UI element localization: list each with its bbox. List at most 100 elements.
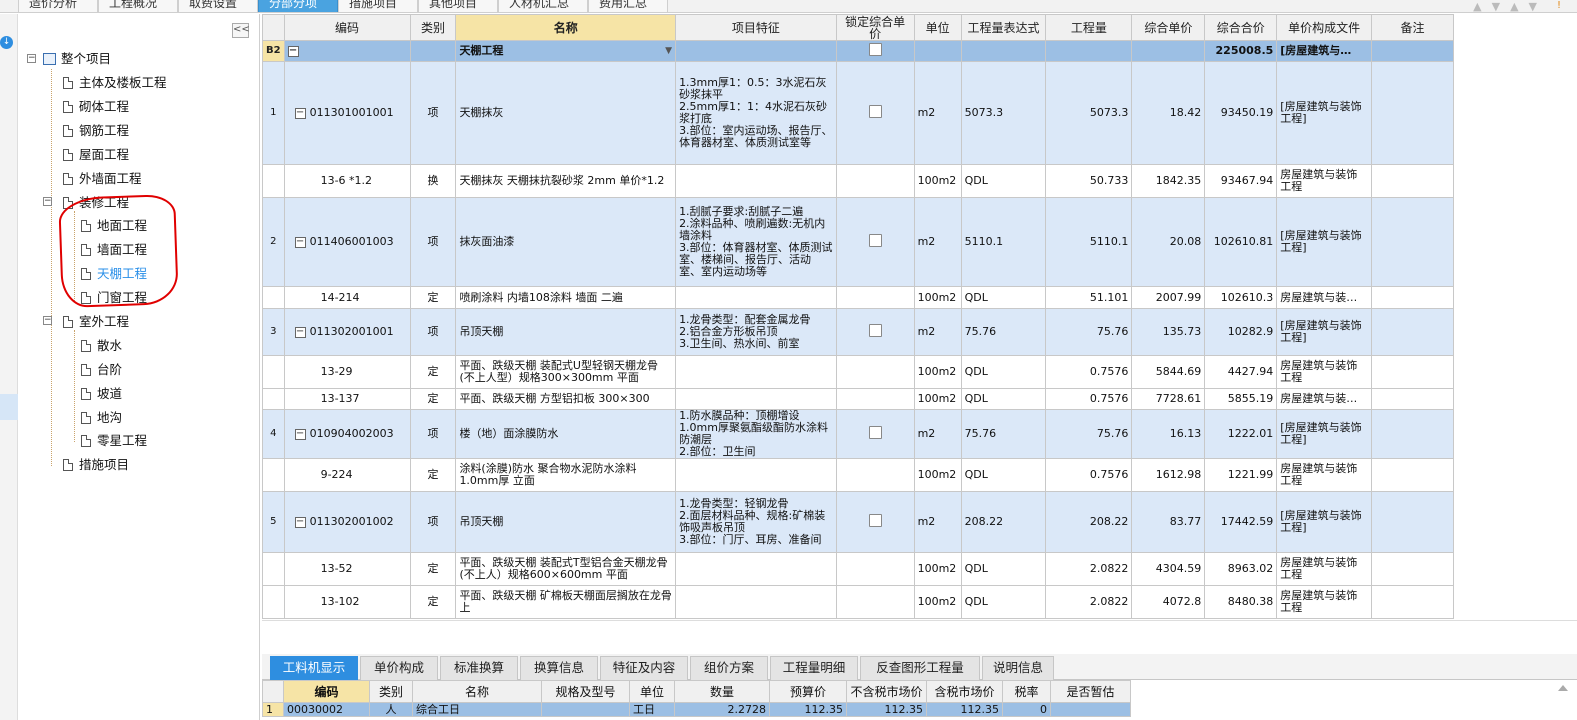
category-cell[interactable]: 项 bbox=[409, 491, 457, 553]
name-cell[interactable]: 天棚抹灰 天棚抹抗裂砂浆 2mm 单价*1.2 bbox=[455, 164, 677, 198]
quantity-cell[interactable]: 50.733 bbox=[1045, 164, 1133, 198]
features-cell[interactable] bbox=[675, 286, 837, 309]
quantity-cell[interactable]: 2.0822 bbox=[1045, 585, 1133, 619]
header-name[interactable]: 名称 bbox=[455, 14, 677, 41]
bill-item-row[interactable]: 1−011301001001 项天棚抹灰 1.3mm厚1：0.5：3水泥石灰砂浆抹平… bbox=[262, 61, 1454, 165]
name-cell[interactable]: 楼（地）面涂膜防水 bbox=[455, 409, 677, 459]
header-features[interactable]: 项目特征 bbox=[675, 14, 837, 41]
lock-checkbox[interactable] bbox=[868, 514, 882, 527]
bill-item-row[interactable]: 4−010904002003 项楼（地）面涂膜防水 1.防水膜品种：顶棚增设1.0m… bbox=[262, 409, 1454, 459]
unit-cell[interactable]: 100m2 bbox=[913, 552, 962, 586]
material-row[interactable]: 1 00030002 人 综合工日 工日 2.2728 112.35 112.3… bbox=[262, 702, 1131, 717]
section-row[interactable]: B2 − 天棚工程 ▼ 225008.5 [房屋建筑与… bbox=[262, 40, 1454, 62]
quota-sub-row[interactable]: 13-29 定平面、跌级天棚 装配式U型轻钢天棚龙骨(不上人型）规格300×300… bbox=[262, 355, 1454, 389]
features-cell[interactable] bbox=[675, 552, 837, 586]
bheader-category[interactable]: 类别 bbox=[369, 680, 413, 703]
name-cell[interactable]: 平面、跌级天棚 矿棉板天棚面层搁放在龙骨上 bbox=[455, 585, 677, 619]
bheader-market-tax[interactable]: 含税市场价 bbox=[926, 680, 1003, 703]
tree-item-outdoor[interactable]: 室外工程 bbox=[63, 313, 129, 331]
quota-sub-row[interactable]: 13-137 定平面、跌级天棚 方型铝扣板 300×300 100m2 QDL 0.75… bbox=[262, 388, 1454, 410]
tab-labor-material-summary[interactable]: 人材机汇总 bbox=[498, 0, 588, 12]
features-cell[interactable]: 1.龙骨类型：轻钢龙骨 2.面层材料品种、规格:矿棉装饰吸声板吊顶 3.部位：门厅、… bbox=[675, 491, 837, 553]
tree-item-roof[interactable]: 屋面工程 bbox=[63, 146, 129, 164]
btab-unit-price-composition[interactable]: 单价构成 bbox=[360, 656, 438, 680]
warning-icon[interactable]: ! bbox=[1557, 0, 1571, 11]
code-cell[interactable]: −011302001002 bbox=[283, 491, 411, 553]
quantity-cell[interactable]: 75.76 bbox=[1045, 308, 1133, 356]
code-cell[interactable]: −011301001001 bbox=[283, 61, 411, 165]
remarks-cell[interactable] bbox=[1371, 308, 1454, 356]
tree-item-misc[interactable]: 零星工程 bbox=[81, 432, 147, 450]
tree-item-rebar[interactable]: 钢筋工程 bbox=[63, 122, 129, 140]
quantity-cell[interactable]: 75.76 bbox=[1045, 409, 1133, 459]
remarks-cell[interactable] bbox=[1371, 388, 1454, 410]
category-cell[interactable]: 项 bbox=[409, 61, 457, 165]
tab-project-overview[interactable]: 工程概况 bbox=[98, 0, 178, 12]
double-chevron-left-icon[interactable]: << bbox=[232, 23, 250, 38]
price-file-cell[interactable]: 房屋建筑与装饰工程 bbox=[1276, 458, 1373, 492]
bill-item-row[interactable]: 2−011406001003 项抹灰面油漆 1.刮腻子要求:刮腻子二遍 2.涂料品种、… bbox=[262, 197, 1454, 287]
bheader-provisional[interactable]: 是否暂估 bbox=[1050, 680, 1131, 703]
name-cell[interactable]: 涂料(涂膜)防水 聚合物水泥防水涂料1.0mm厚 立面 bbox=[455, 458, 677, 492]
bheader-name[interactable]: 名称 bbox=[412, 680, 542, 703]
unit-cell[interactable]: 100m2 bbox=[913, 458, 962, 492]
code-cell[interactable]: 9-224 bbox=[283, 458, 411, 492]
quota-sub-row[interactable]: 9-224 定涂料(涂膜)防水 聚合物水泥防水涂料1.0mm厚 立面 100m2 QD… bbox=[262, 458, 1454, 492]
quantity-cell[interactable]: 0.7576 bbox=[1045, 355, 1133, 389]
tree-root[interactable]: 整个项目 bbox=[43, 50, 111, 68]
tree-item-apron[interactable]: 散水 bbox=[81, 337, 122, 355]
price-file-cell[interactable]: [房屋建筑与装饰工程] bbox=[1276, 197, 1373, 287]
code-cell[interactable]: 13-52 bbox=[283, 552, 411, 586]
download-icon[interactable]: ↓ bbox=[0, 36, 13, 49]
header-total-price[interactable]: 综合合价 bbox=[1204, 14, 1278, 41]
unit-cell[interactable]: 100m2 bbox=[913, 286, 962, 309]
category-cell[interactable]: 换 bbox=[409, 164, 457, 198]
quantity-cell[interactable]: 0.7576 bbox=[1045, 458, 1133, 492]
btab-standard-conversion[interactable]: 标准换算 bbox=[440, 656, 518, 680]
tab-cost-analysis[interactable]: 造价分析 bbox=[18, 0, 98, 12]
tree-item-measures[interactable]: 措施项目 bbox=[63, 456, 129, 474]
price-file-cell[interactable]: 房屋建筑与装饰工程 bbox=[1276, 552, 1373, 586]
code-cell[interactable]: 13-6 *1.2 bbox=[283, 164, 411, 198]
name-cell[interactable]: 吊顶天棚 bbox=[455, 308, 677, 356]
features-cell[interactable]: 1.刮腻子要求:刮腻子二遍 2.涂料品种、喷刷遍数:无机内墙涂料 3.部位：体育器材… bbox=[675, 197, 837, 287]
unit-cell[interactable]: m2 bbox=[913, 197, 962, 287]
category-cell[interactable]: 定 bbox=[409, 458, 457, 492]
name-cell[interactable]: 吊顶天棚 bbox=[455, 491, 677, 553]
code-cell[interactable]: −011406001003 bbox=[283, 197, 411, 287]
bheader-unit[interactable]: 单位 bbox=[629, 680, 675, 703]
collapse-toggle[interactable]: − bbox=[294, 428, 306, 440]
bheader-qty[interactable]: 数量 bbox=[674, 680, 770, 703]
price-file-cell[interactable]: [房屋建筑与装饰工程] bbox=[1276, 308, 1373, 356]
btab-labor-material[interactable]: 工料机显示 bbox=[270, 656, 358, 680]
material-budget[interactable]: 112.35 bbox=[769, 702, 847, 717]
btab-conversion-info[interactable]: 换算信息 bbox=[520, 656, 598, 680]
quota-sub-row[interactable]: 13-52 定平面、跌级天棚 装配式T型铝合金天棚龙骨(不上人）规格600×600… bbox=[262, 552, 1454, 586]
name-cell[interactable]: 天棚抹灰 bbox=[455, 61, 677, 165]
name-cell[interactable]: 抹灰面油漆 bbox=[455, 197, 677, 287]
category-cell[interactable]: 项 bbox=[409, 409, 457, 459]
remarks-cell[interactable] bbox=[1371, 355, 1454, 389]
quota-sub-row[interactable]: 14-214 定喷刷涂料 内墙108涂料 墙面 二遍 100m2 QDL 51.101 2… bbox=[262, 286, 1454, 309]
collapse-toggle[interactable]: − bbox=[287, 45, 299, 57]
material-provisional[interactable] bbox=[1050, 702, 1131, 717]
lock-checkbox[interactable] bbox=[868, 43, 882, 56]
category-cell[interactable]: 项 bbox=[409, 308, 457, 356]
header-remarks[interactable]: 备注 bbox=[1371, 14, 1454, 41]
quantity-cell[interactable]: 2.0822 bbox=[1045, 552, 1133, 586]
remarks-cell[interactable] bbox=[1371, 286, 1454, 309]
bheader-spec[interactable]: 规格及型号 bbox=[541, 680, 630, 703]
header-category[interactable]: 类别 bbox=[409, 14, 457, 41]
material-unit[interactable]: 工日 bbox=[629, 702, 675, 717]
tab-measure-items[interactable]: 措施项目 bbox=[338, 0, 418, 12]
features-cell[interactable] bbox=[675, 164, 837, 198]
header-quantity[interactable]: 工程量 bbox=[1045, 14, 1133, 41]
name-cell[interactable]: 平面、跌级天棚 装配式T型铝合金天棚龙骨(不上人）规格600×600mm 平面 bbox=[455, 552, 677, 586]
bill-item-row[interactable]: 5−011302001002 项吊顶天棚 1.龙骨类型：轻钢龙骨 2.面层材料品种、规… bbox=[262, 491, 1454, 553]
unit-cell[interactable]: 100m2 bbox=[913, 388, 962, 410]
tab-other-items[interactable]: 其他项目 bbox=[418, 0, 498, 12]
material-market[interactable]: 112.35 bbox=[846, 702, 927, 717]
material-code[interactable]: 00030002 bbox=[283, 702, 370, 717]
header-qty-expression[interactable]: 工程量表达式 bbox=[960, 14, 1047, 41]
quantity-cell[interactable]: 51.101 bbox=[1045, 286, 1133, 309]
